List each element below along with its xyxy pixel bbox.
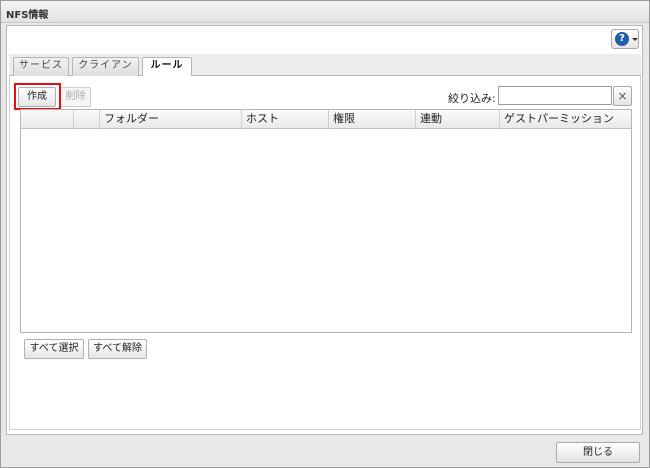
deselect-all-button[interactable]: すべて解除 bbox=[88, 339, 147, 359]
help-icon: ? bbox=[615, 32, 629, 46]
chevron-down-icon bbox=[632, 38, 638, 41]
close-button[interactable]: 閉じる bbox=[556, 442, 640, 463]
filter-label: 絞り込み: bbox=[448, 92, 496, 105]
tab-service[interactable]: サービス bbox=[13, 57, 69, 76]
column-header-folder[interactable]: フォルダー bbox=[100, 110, 242, 129]
rules-table: フォルダー ホスト 権限 連動 ゲストパーミッション bbox=[20, 109, 632, 333]
delete-button[interactable]: 削除 bbox=[60, 87, 91, 107]
column-header-permission[interactable]: 権限 bbox=[329, 110, 416, 129]
select-all-button[interactable]: すべて選択 bbox=[24, 339, 84, 359]
nfs-info-window: NFS情報 ? サービス クライアント ルール 作成 削除 絞り込み: × フォ… bbox=[0, 0, 650, 468]
tab-service-label: サービス bbox=[19, 60, 63, 71]
tab-rule[interactable]: ルール bbox=[142, 57, 192, 77]
column-header-host[interactable]: ホスト bbox=[242, 110, 329, 129]
title-bar: NFS情報 bbox=[1, 1, 649, 23]
tab-strip: サービス クライアント ルール bbox=[9, 54, 641, 87]
column-header-expand[interactable] bbox=[21, 110, 74, 129]
tab-rule-label: ルール bbox=[150, 60, 184, 71]
close-icon: × bbox=[617, 89, 628, 103]
column-header-guest-permission[interactable]: ゲストパーミッション bbox=[500, 110, 631, 129]
create-button-highlight bbox=[14, 83, 61, 110]
tab-client[interactable]: クライアント bbox=[72, 57, 139, 87]
clear-filter-button[interactable]: × bbox=[613, 86, 632, 106]
column-header-linked[interactable]: 連動 bbox=[416, 110, 500, 129]
filter-input[interactable] bbox=[498, 86, 612, 105]
window-title: NFS情報 bbox=[6, 10, 49, 21]
table-header: フォルダー ホスト 権限 連動 ゲストパーミッション bbox=[21, 110, 631, 129]
column-header-select[interactable] bbox=[74, 110, 100, 129]
help-button[interactable]: ? bbox=[611, 29, 639, 49]
